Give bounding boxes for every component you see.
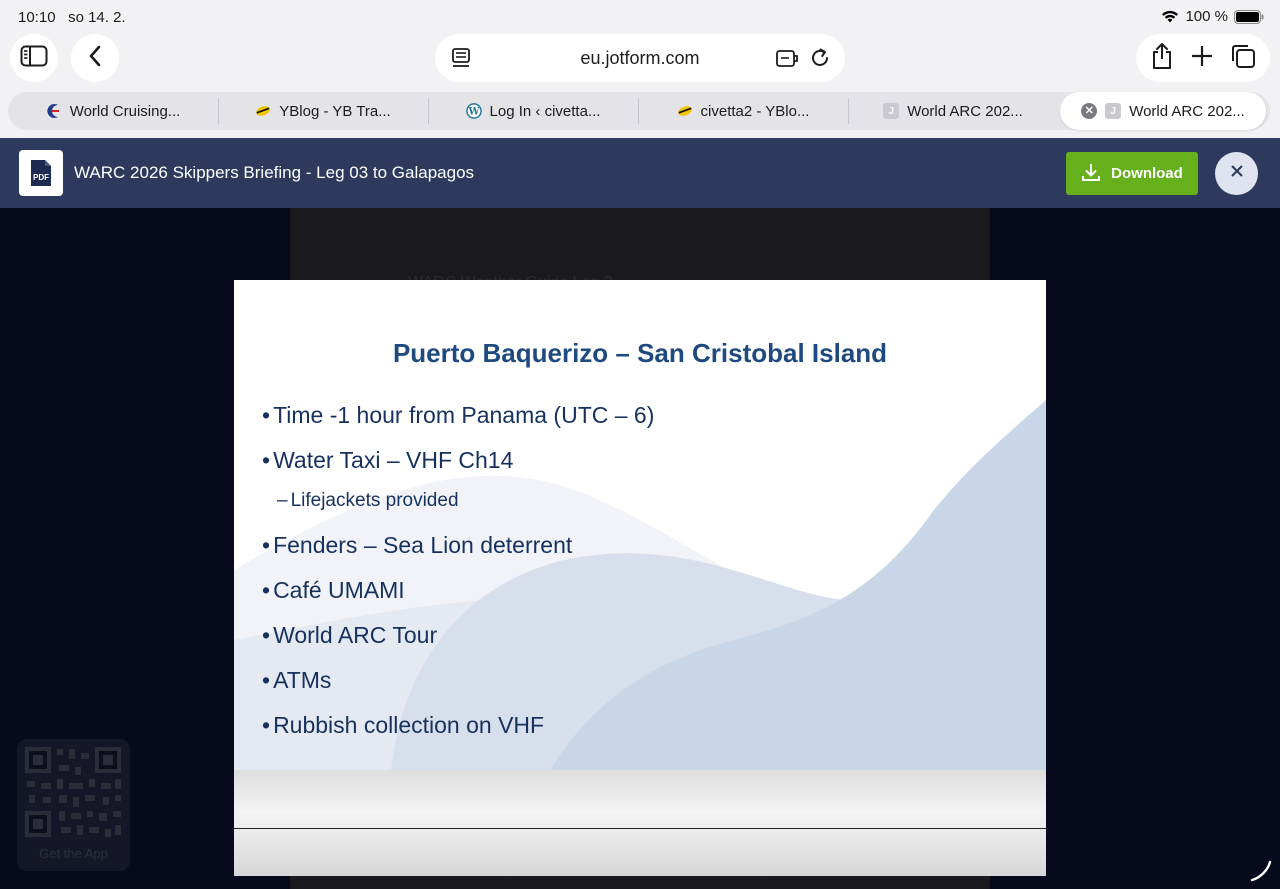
- tabs-icon[interactable]: [1230, 43, 1256, 74]
- svg-text:W: W: [467, 107, 480, 118]
- battery-percent: 100 %: [1185, 8, 1228, 25]
- status-date: so 14. 2.: [68, 9, 126, 26]
- close-button[interactable]: [1215, 152, 1258, 195]
- slide-divider: [234, 828, 1046, 829]
- tab-label: World ARC 202...: [907, 102, 1023, 120]
- back-button[interactable]: [71, 34, 119, 82]
- share-icon[interactable]: [1150, 42, 1174, 75]
- close-icon: [1230, 164, 1244, 183]
- page-content: WARC Weather Guide Leg 3 PDF WARC 2026 S…: [0, 138, 1280, 889]
- tab-login[interactable]: W Log In ‹ civetta...: [428, 92, 638, 130]
- slide-bullet: • ATMs: [262, 667, 332, 693]
- reload-icon[interactable]: [809, 47, 831, 74]
- wordpress-icon: W: [465, 103, 482, 119]
- slide-bullet-list: • Time -1 hour from Panama (UTC – 6) • Wat…: [262, 398, 654, 753]
- status-time: 10:10 so 14. 2.: [18, 9, 126, 26]
- document-title: WARC 2026 Skippers Briefing - Leg 03 to …: [74, 163, 475, 182]
- slide-bullet: • Rubbish collection on VHF: [262, 712, 545, 738]
- qr-label: Get the App: [39, 846, 108, 861]
- pdf-label: PDF: [33, 173, 49, 182]
- tab-strip: World Cruising... YBlog - YB Tra... W Lo…: [8, 92, 1270, 130]
- toolbar-right-group: [1136, 34, 1270, 82]
- slide-bullet: • Café UMAMI: [262, 577, 405, 603]
- battery-icon: [1234, 9, 1264, 24]
- slide-bullet: • Water Taxi – VHF Ch14: [262, 447, 514, 473]
- tab-yblog[interactable]: YBlog - YB Tra...: [218, 92, 428, 130]
- tab-label: civetta2 - YBlo...: [700, 102, 810, 120]
- wifi-icon: [1161, 10, 1179, 23]
- back-icon: [88, 45, 102, 72]
- slide-bullet: • Fenders – Sea Lion deterrent: [262, 532, 573, 558]
- tab-civetta2[interactable]: civetta2 - YBlo...: [638, 92, 848, 130]
- reader-icon[interactable]: [451, 47, 471, 74]
- plus-icon[interactable]: [1191, 45, 1213, 72]
- slide-bullet: • World ARC Tour: [262, 622, 438, 648]
- qr-code-panel[interactable]: Get the App: [17, 739, 130, 871]
- jotform-favicon-icon: J: [883, 103, 900, 119]
- pdf-banner: PDF WARC 2026 Skippers Briefing - Leg 03…: [0, 138, 1280, 208]
- tab-label: World Cruising...: [69, 102, 181, 120]
- download-icon: [1081, 162, 1101, 186]
- resize-handle-icon[interactable]: [1248, 858, 1274, 889]
- status-bar: 10:10 so 14. 2. 100 %: [0, 0, 1280, 34]
- slide-title: Puerto Baquerizo – San Cristobal Island: [392, 338, 888, 368]
- browser-toolbar: eu.jotform.com: [0, 34, 1280, 86]
- tab-world-cruising[interactable]: World Cruising...: [8, 92, 218, 130]
- world-cruising-favicon-icon: [46, 103, 62, 119]
- tab-label: Log In ‹ civetta...: [489, 102, 601, 120]
- tab-label: World ARC 202...: [1129, 102, 1245, 120]
- yb-favicon-icon: [677, 103, 693, 119]
- tab-world-arc-1[interactable]: J World ARC 202...: [848, 92, 1058, 130]
- jotform-favicon-icon: J: [1105, 103, 1122, 119]
- slide-footer-band: [234, 770, 1046, 876]
- pdf-slide: Puerto Baquerizo – San Cristobal Island …: [234, 280, 1046, 876]
- yb-favicon-icon: [255, 103, 271, 119]
- sidebar-button[interactable]: [10, 34, 58, 82]
- slide-bullet: • Time -1 hour from Panama (UTC – 6): [262, 402, 655, 428]
- slide-sub-bullet: – Lifejackets provided: [277, 490, 459, 511]
- qr-code-icon: [25, 747, 121, 837]
- sidebar-icon: [20, 45, 48, 72]
- address-bar[interactable]: eu.jotform.com: [435, 34, 845, 82]
- extension-icon[interactable]: [775, 47, 799, 74]
- pdf-file-icon: PDF: [19, 150, 63, 196]
- download-label: Download: [1111, 165, 1183, 182]
- tab-label: YBlog - YB Tra...: [279, 102, 391, 120]
- tab-close-icon[interactable]: ✕: [1081, 103, 1098, 119]
- download-button[interactable]: Download: [1066, 152, 1198, 195]
- tab-world-arc-active[interactable]: ✕ J World ARC 202...: [1060, 92, 1266, 130]
